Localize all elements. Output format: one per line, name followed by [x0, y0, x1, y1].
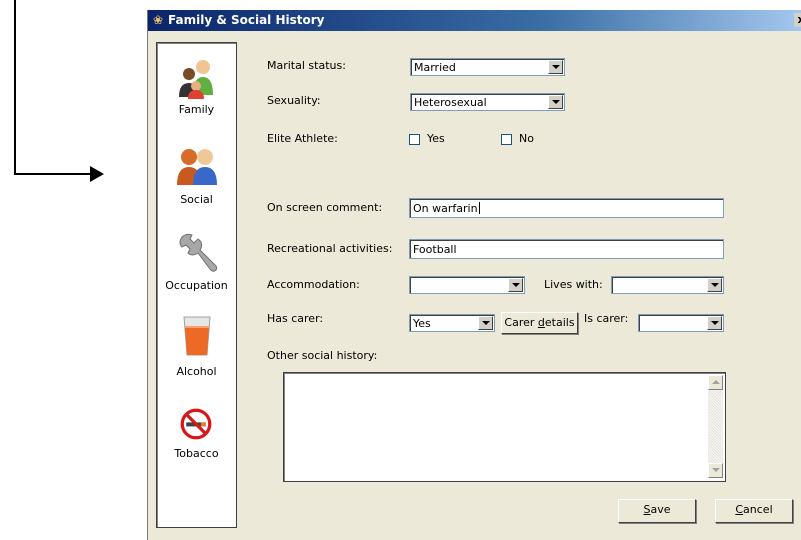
on-screen-comment-label: On screen comment:: [267, 201, 383, 214]
category-nav: Family Social Occupation Alcohol Tobacco: [156, 42, 237, 528]
annotation-arrow-head: [90, 166, 104, 182]
sexuality-label: Sexuality:: [267, 94, 321, 107]
app-feather-icon: ❀: [153, 13, 164, 27]
chevron-down-icon[interactable]: [478, 316, 493, 330]
nav-label-family: Family: [178, 103, 215, 116]
accommodation-select[interactable]: [409, 276, 525, 294]
nav-label-social: Social: [180, 193, 213, 206]
scroll-up-arrow-icon[interactable]: [708, 375, 723, 390]
nav-item-family[interactable]: Family: [157, 57, 236, 117]
accommodation-label: Accommodation:: [267, 278, 360, 291]
is-carer-label: Is carer:: [584, 312, 629, 325]
title-bar: ❀ Family & Social History x: [148, 10, 801, 31]
alcohol-glass-icon: [183, 316, 211, 356]
marital-status-select[interactable]: Married: [410, 58, 565, 76]
other-social-history-textarea[interactable]: [283, 372, 726, 482]
on-screen-comment-value: On warfarin: [413, 202, 478, 215]
carer-details-button-label: Carer details: [504, 316, 575, 329]
chevron-down-icon[interactable]: [707, 316, 722, 330]
chevron-down-icon[interactable]: [508, 278, 523, 292]
chevron-down-icon[interactable]: [707, 278, 722, 292]
wrench-icon: [179, 233, 218, 272]
elite-athlete-yes-label: Yes: [427, 132, 445, 145]
recreational-activities-input[interactable]: Football: [409, 239, 724, 259]
marital-status-value: Married: [414, 61, 456, 74]
cancel-button[interactable]: Cancel: [715, 499, 793, 523]
nav-item-tobacco[interactable]: Tobacco: [157, 407, 236, 467]
has-carer-value: Yes: [413, 317, 431, 330]
lives-with-select[interactable]: [611, 276, 724, 294]
has-carer-select[interactable]: Yes: [409, 314, 495, 332]
save-button-label: Save: [643, 503, 671, 516]
vertical-scrollbar[interactable]: [708, 375, 723, 478]
social-icon: [177, 149, 217, 185]
elite-athlete-no-checkbox[interactable]: [501, 134, 512, 145]
annotation-arrow-vertical: [14, 0, 16, 175]
text-caret: [478, 202, 480, 214]
sexuality-value: Heterosexual: [414, 96, 487, 109]
has-carer-label: Has carer:: [267, 312, 324, 325]
sexuality-select[interactable]: Heterosexual: [410, 93, 565, 111]
carer-details-button[interactable]: Carer details: [501, 312, 578, 334]
nav-label-occupation: Occupation: [165, 279, 228, 292]
close-button[interactable]: x: [794, 13, 801, 27]
marital-status-label: Marital status:: [267, 59, 346, 72]
chevron-down-icon[interactable]: [548, 60, 563, 74]
on-screen-comment-input[interactable]: On warfarin: [409, 198, 724, 218]
nav-item-social[interactable]: Social: [157, 145, 236, 206]
other-social-history-label: Other social history:: [267, 349, 378, 362]
cancel-button-label: Cancel: [735, 503, 773, 516]
save-button[interactable]: Save: [618, 499, 696, 523]
elite-athlete-no-label: No: [519, 132, 534, 145]
elite-athlete-yes-checkbox[interactable]: [409, 134, 420, 145]
window-title: Family & Social History: [168, 13, 325, 27]
nav-label-tobacco: Tobacco: [174, 447, 219, 460]
annotation-arrow-horizontal: [14, 173, 92, 175]
no-smoking-icon: [180, 408, 212, 440]
nav-label-alcohol: Alcohol: [176, 365, 217, 378]
is-carer-select[interactable]: [638, 314, 724, 332]
lives-with-label: Lives with:: [544, 278, 603, 291]
chevron-down-icon[interactable]: [548, 95, 563, 109]
elite-athlete-label: Elite Athlete:: [267, 132, 338, 145]
family-social-history-dialog: ❀ Family & Social History x Family Socia…: [147, 10, 801, 540]
nav-item-occupation[interactable]: Occupation: [157, 233, 236, 295]
recreational-activities-value: Football: [413, 243, 457, 256]
recreational-activities-label: Recreational activities:: [267, 242, 393, 255]
family-icon: [179, 60, 213, 99]
scroll-down-arrow-icon[interactable]: [708, 463, 723, 478]
nav-item-alcohol[interactable]: Alcohol: [157, 315, 236, 379]
